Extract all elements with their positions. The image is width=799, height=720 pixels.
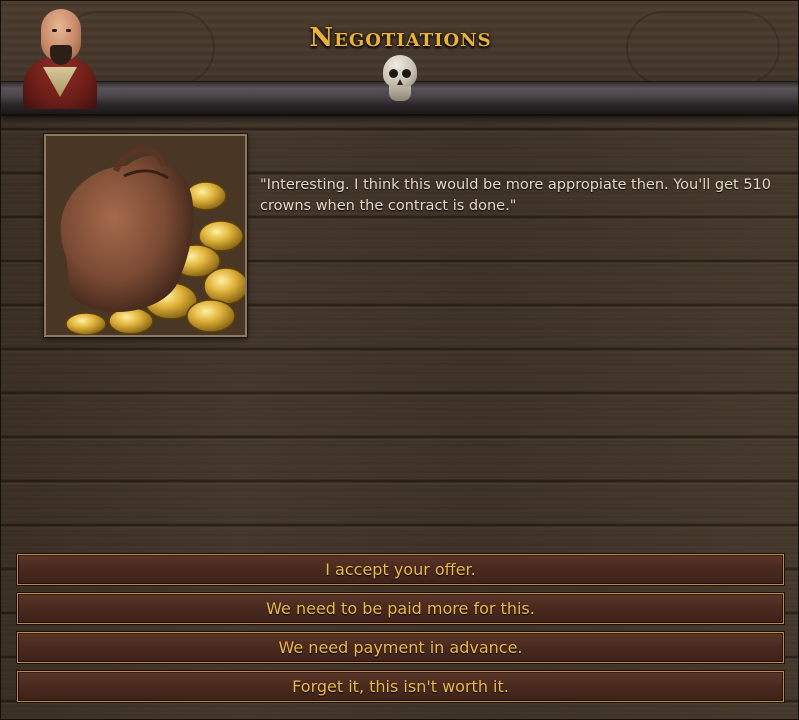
option-payment-advance-button[interactable]: We need payment in advance.	[16, 631, 785, 664]
option-ask-more-pay-button[interactable]: We need to be paid more for this.	[16, 592, 785, 625]
response-options: I accept your offer. We need to be paid …	[16, 553, 785, 710]
dialogue-text: "Interesting. I think this would be more…	[260, 177, 771, 214]
window-title: Negotiations	[309, 23, 492, 53]
option-accept-offer-button[interactable]: I accept your offer.	[16, 553, 785, 586]
character-portrait-icon	[19, 5, 101, 109]
option-decline-button[interactable]: Forget it, this isn't worth it.	[16, 670, 785, 703]
negotiation-panel: Negotiations "Interesting. I think this …	[0, 0, 799, 720]
coin-purse-icon	[46, 136, 245, 335]
skull-icon	[381, 55, 419, 105]
coin-purse-image	[44, 134, 247, 337]
